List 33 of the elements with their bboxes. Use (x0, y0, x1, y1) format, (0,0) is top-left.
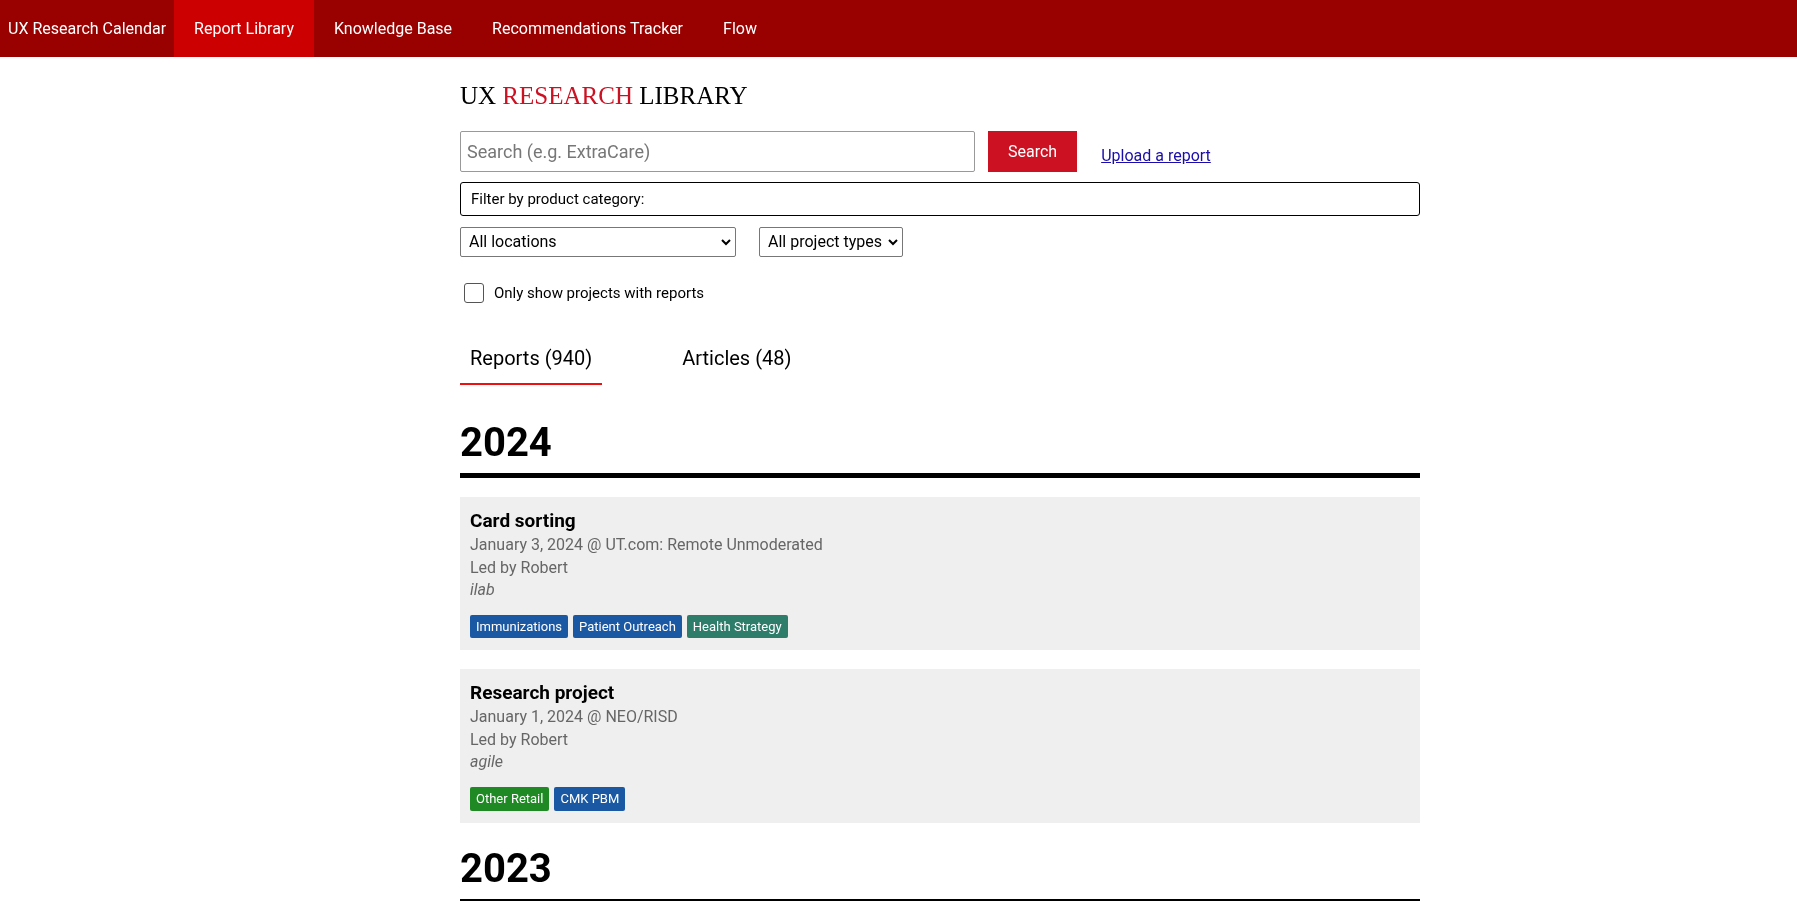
tab[interactable]: Reports (940) (460, 342, 603, 385)
page-title: UX RESEARCH LIBRARY (460, 81, 749, 111)
project-title[interactable]: Research project (470, 681, 1410, 705)
project-date: January 1, 2024 @ NEO/RISD (470, 706, 679, 728)
tab[interactable]: Articles (48) (672, 342, 802, 385)
nav-link[interactable]: Flow (703, 0, 777, 57)
project-title[interactable]: Card sorting (470, 508, 1410, 533)
upload-link[interactable]: Upload a report (1101, 144, 1211, 168)
category-filter-field[interactable]: Filter by product category: (460, 182, 1420, 216)
project-lead: Led by Robert (470, 729, 570, 751)
nav-link[interactable]: Report Library (174, 0, 314, 57)
chevron-down-icon (721, 238, 731, 246)
category-tag: Immunizations (470, 614, 569, 638)
dropdown-select[interactable]: All project types (759, 227, 903, 257)
category-tag: Health Strategy (686, 614, 788, 638)
project-team: ilab (470, 578, 496, 601)
year-heading: 2023 (460, 844, 1420, 901)
search-button[interactable]: Search (988, 131, 1078, 172)
search-field[interactable]: Search (e.g. ExtraCare) (460, 131, 975, 172)
project-date: January 3, 2024 @ UT.com: Remote Unmoderated (470, 533, 824, 556)
checkbox[interactable] (464, 283, 484, 304)
category-tag: CMK PBM (554, 787, 626, 811)
project-lead: Led by Robert (470, 556, 570, 579)
nav-link[interactable]: UX Research Calendar (0, 0, 175, 57)
year-heading: 2024 (460, 418, 1420, 478)
category-tag: Other Retail (470, 787, 550, 811)
chevron-down-icon (888, 238, 898, 246)
project-team: agile (470, 751, 504, 773)
nav-link[interactable]: Recommendations Tracker (472, 0, 704, 57)
checkbox-label: Only show projects with reports (494, 283, 705, 304)
dropdown-select[interactable]: All locations (460, 227, 736, 257)
category-tag: Patient Outreach (573, 614, 682, 638)
nav-link[interactable]: Knowledge Base (314, 0, 473, 57)
